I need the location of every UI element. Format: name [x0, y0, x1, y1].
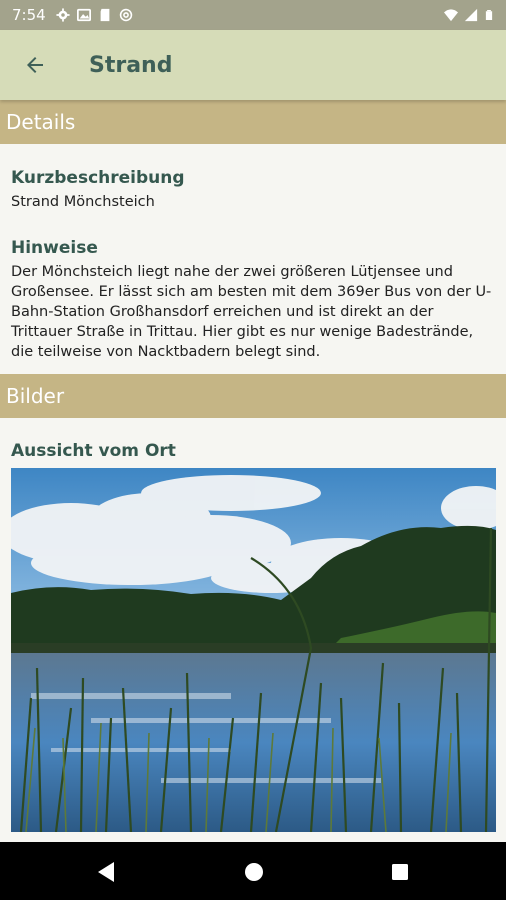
lake-photo[interactable]: [11, 468, 496, 832]
nav-recents-button[interactable]: [386, 858, 414, 886]
kurzbeschreibung-title: Kurzbeschreibung: [11, 168, 185, 188]
at-icon: [119, 8, 132, 22]
status-time: 7:54: [12, 6, 46, 24]
page-title: Strand: [89, 52, 173, 78]
back-triangle-icon: [98, 862, 114, 882]
home-circle-icon: [245, 863, 263, 881]
arrow-back-icon: [27, 57, 43, 73]
kurzbeschreibung-block: Kurzbeschreibung Strand Mönchsteich: [11, 168, 495, 212]
section-header-details: Details: [0, 100, 506, 144]
nav-home-button[interactable]: [240, 858, 268, 886]
hinweise-text: Der Mönchsteich liegt nahe der zwei größ…: [11, 264, 492, 360]
photo-caption: Aussicht vom Ort: [11, 441, 176, 461]
hinweise-block: Hinweise Der Mönchsteich liegt nahe der …: [11, 238, 495, 362]
bilder-caption-block: Aussicht vom Ort: [11, 441, 495, 461]
wifi-icon: [444, 9, 458, 22]
kurzbeschreibung-text: Strand Mönchsteich: [11, 194, 155, 210]
app-bar: Strand: [0, 30, 506, 100]
hinweise-title: Hinweise: [11, 238, 98, 258]
back-button[interactable]: [15, 45, 55, 85]
system-nav-bar: [0, 842, 506, 900]
nav-back-button[interactable]: [92, 858, 120, 886]
sd-card-icon: [100, 8, 110, 22]
signal-icon: [464, 8, 478, 22]
gear-icon: [56, 8, 70, 22]
recents-square-icon: [392, 864, 408, 880]
status-bar: 7:54: [0, 0, 506, 30]
lake-photo-image: [11, 468, 496, 832]
battery-icon: [485, 10, 493, 20]
section-header-bilder: Bilder: [0, 374, 506, 418]
photo-icon: [76, 8, 91, 22]
